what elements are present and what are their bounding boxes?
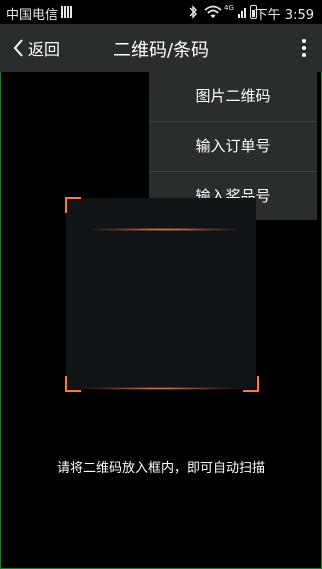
time-period: 下午 <box>254 8 281 23</box>
network-type-label: 4G <box>224 4 234 12</box>
menu-item-image-qrcode[interactable]: 图片二维码 <box>149 72 317 122</box>
page-title: 二维码/条码 <box>112 40 210 61</box>
time-value: 3:59 <box>284 8 314 23</box>
app-header: 返回 二维码/条码 <box>0 24 322 72</box>
viewfinder-corner-top-left <box>65 197 81 213</box>
signal-icon <box>61 6 72 18</box>
scan-line-top <box>90 228 240 231</box>
viewfinder-corner-bottom-right <box>243 376 259 392</box>
cellular-signal-icon <box>238 6 248 18</box>
viewfinder-corner-bottom-left <box>65 376 81 392</box>
menu-item-order-number[interactable]: 输入订单号 <box>149 122 317 172</box>
clock: 下午 3:59 <box>255 4 314 23</box>
status-bar: 中国电信 4G 下午 3:59 <box>0 0 322 24</box>
scan-line-bottom <box>80 387 240 390</box>
carrier-label: 中国电信 <box>6 8 59 23</box>
bluetooth-icon <box>189 5 197 19</box>
wifi-icon <box>204 5 222 18</box>
more-options-icon[interactable] <box>294 36 314 60</box>
scan-viewfinder <box>66 198 256 389</box>
scan-hint-text: 请将二维码放入框内，即可自动扫描 <box>56 461 265 476</box>
